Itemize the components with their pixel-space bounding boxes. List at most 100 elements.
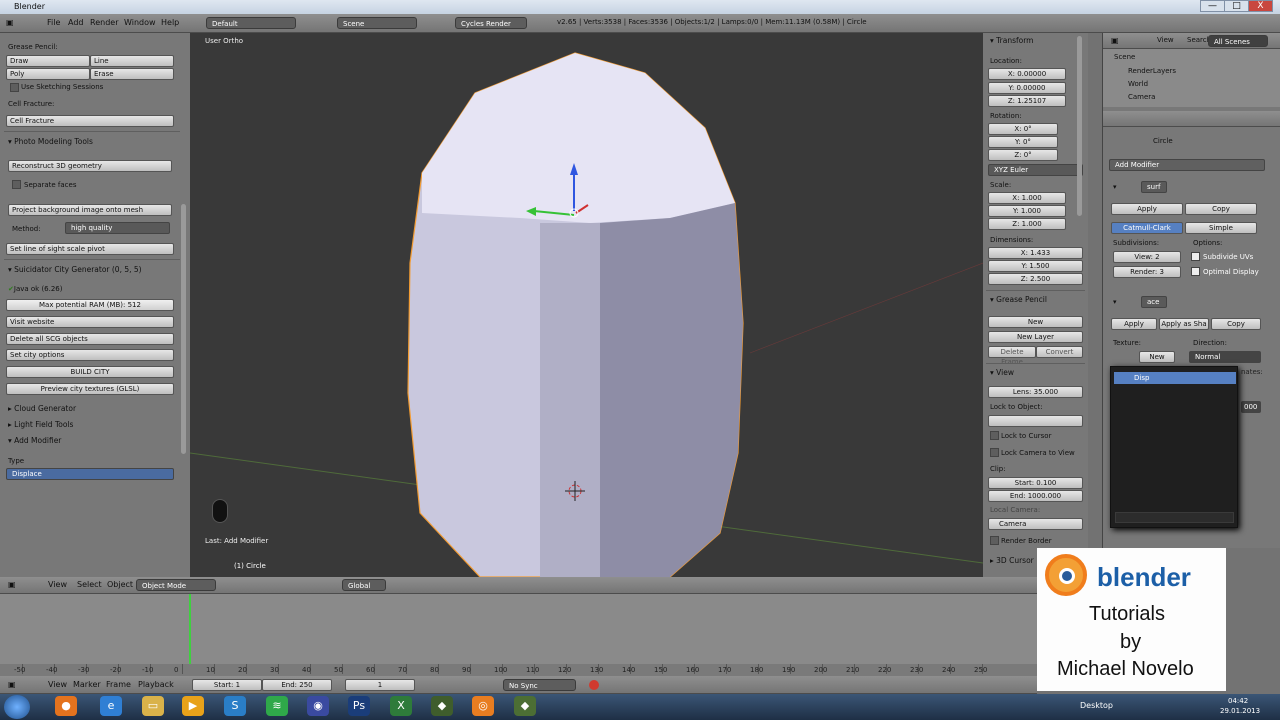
sync-select[interactable]: No Sync: [503, 679, 576, 691]
app-icon[interactable]: ◉: [307, 696, 329, 716]
direction-select[interactable]: Normal: [1189, 351, 1261, 363]
firefox-icon[interactable]: ●: [55, 696, 77, 716]
line-button[interactable]: Line: [90, 55, 174, 67]
outliner-item-renderlayers[interactable]: RenderLayers: [1128, 67, 1176, 75]
3d-viewport[interactable]: User Ortho Last: Add Modifier (1) Circle: [190, 33, 983, 577]
dimension-z-field[interactable]: Z: 2.500: [988, 273, 1083, 285]
modifier1-copy-button[interactable]: Copy: [1185, 203, 1257, 215]
outliner-filter-select[interactable]: All Scenes: [1208, 35, 1268, 47]
subdivide-uvs-checkbox[interactable]: [1191, 252, 1200, 261]
rotation-y-field[interactable]: Y: 0°: [988, 136, 1058, 148]
catmull-clark-toggle[interactable]: Catmull-Clark: [1111, 222, 1183, 234]
timeline-frame-menu[interactable]: Frame: [106, 680, 131, 689]
poly-button[interactable]: Poly: [6, 68, 90, 80]
lens-field[interactable]: Lens: 35.000: [988, 386, 1083, 398]
excel-icon[interactable]: X: [390, 696, 412, 716]
visit-website-button[interactable]: Visit website: [6, 316, 174, 328]
project-image-button[interactable]: Project background image onto mesh: [8, 204, 172, 216]
tool-shelf-scrollbar[interactable]: [181, 204, 186, 454]
orientation-select[interactable]: Global: [342, 579, 386, 591]
preview-textures-button[interactable]: Preview city textures (GLSL): [6, 383, 174, 395]
start-button[interactable]: [4, 695, 30, 719]
set-line-button[interactable]: Set line of sight scale pivot: [6, 243, 174, 255]
transform-header[interactable]: ▾ Transform: [990, 36, 1033, 45]
close-button[interactable]: X: [1248, 0, 1273, 12]
dimension-x-field[interactable]: X: 1.433: [988, 247, 1083, 259]
viewport-select-menu[interactable]: Select: [77, 580, 102, 589]
timeline-view-menu[interactable]: View: [48, 680, 67, 689]
modifier2-copy-button[interactable]: Copy: [1211, 318, 1261, 330]
outliner-item-camera[interactable]: Camera: [1128, 93, 1155, 101]
end-frame-field[interactable]: End: 250: [262, 679, 332, 691]
menu-file[interactable]: File: [47, 18, 60, 27]
draw-button[interactable]: Draw: [6, 55, 90, 67]
max-ram-field[interactable]: Max potential RAM (MB): 512: [6, 299, 174, 311]
camera-field[interactable]: Camera: [988, 518, 1083, 530]
properties-scrollbar[interactable]: [1077, 36, 1082, 216]
lock-cursor-checkbox[interactable]: [990, 431, 999, 440]
separate-faces-checkbox[interactable]: [12, 180, 21, 189]
suicidator-header[interactable]: ▾ Suicidator City Generator (0, 5, 5): [8, 265, 142, 274]
build-city-button[interactable]: BUILD CITY: [6, 366, 174, 378]
show-desktop-label[interactable]: Desktop: [1080, 701, 1113, 710]
outliner-item-scene[interactable]: Scene: [1114, 53, 1135, 61]
timeline-playback-menu[interactable]: Playback: [138, 680, 174, 689]
lock-camera-checkbox[interactable]: [990, 448, 999, 457]
current-frame-marker[interactable]: [189, 594, 191, 664]
viewport-object-menu[interactable]: Object: [107, 580, 133, 589]
cell-fracture-button[interactable]: Cell Fracture: [6, 115, 174, 127]
dropdown-search-field[interactable]: [1115, 512, 1234, 523]
texture-new-button[interactable]: New: [1139, 351, 1175, 363]
view-header[interactable]: ▾ View: [990, 368, 1014, 377]
minimize-button[interactable]: —: [1200, 0, 1225, 12]
clip-start-field[interactable]: Start: 0.100: [988, 477, 1083, 489]
rotation-mode-select[interactable]: XYZ Euler: [988, 164, 1083, 176]
media-player-icon[interactable]: ▶: [182, 696, 204, 716]
method-select[interactable]: high quality: [65, 222, 170, 234]
modifier2-apply-button[interactable]: Apply: [1111, 318, 1157, 330]
mode-select[interactable]: Object Mode: [136, 579, 216, 591]
current-frame-field[interactable]: 1: [345, 679, 415, 691]
delete-frame-button[interactable]: Delete Frame: [988, 346, 1036, 366]
rotation-z-field[interactable]: Z: 0°: [988, 149, 1058, 161]
rotation-x-field[interactable]: X: 0°: [988, 123, 1058, 135]
convert-button[interactable]: Convert: [1036, 346, 1083, 358]
modifier2-name-field[interactable]: ace: [1141, 296, 1167, 308]
another-app-icon[interactable]: ◆: [514, 696, 536, 716]
terminal-icon[interactable]: ◆: [431, 696, 453, 716]
erase-button[interactable]: Erase: [90, 68, 174, 80]
new-layer-button[interactable]: New Layer: [988, 331, 1083, 343]
timeline[interactable]: -50 -40 -30 -20 -10 0 10 20 30 40 50 60 70 80 90 100 110…: [0, 594, 1037, 676]
simple-toggle[interactable]: Simple: [1185, 222, 1257, 234]
city-options-button[interactable]: Set city options: [6, 349, 174, 361]
reconstruct-button[interactable]: Reconstruct 3D geometry: [8, 160, 172, 172]
modifier1-name-field[interactable]: surf: [1141, 181, 1167, 193]
timeline-marker-menu[interactable]: Marker: [73, 680, 101, 689]
menu-add[interactable]: Add: [68, 18, 84, 27]
subdiv-render-field[interactable]: Render: 3: [1113, 266, 1181, 278]
skype-icon[interactable]: S: [224, 696, 246, 716]
menu-render[interactable]: Render: [90, 18, 118, 27]
light-field-header[interactable]: ▸ Light Field Tools: [8, 420, 73, 429]
explorer-icon[interactable]: ▭: [142, 696, 164, 716]
location-z-field[interactable]: Z: 1.25107: [988, 95, 1066, 107]
menu-help[interactable]: Help: [161, 18, 179, 27]
modifier1-apply-button[interactable]: Apply: [1111, 203, 1183, 215]
location-y-field[interactable]: Y: 0.00000: [988, 82, 1066, 94]
start-frame-field[interactable]: Start: 1: [192, 679, 262, 691]
3d-cursor-header[interactable]: ▸ 3D Cursor: [990, 556, 1034, 565]
viewport-editor-icon[interactable]: ▣: [8, 580, 16, 589]
modifier1-collapse-icon[interactable]: ▾: [1113, 183, 1117, 191]
viewport-view-menu[interactable]: View: [48, 580, 67, 589]
apply-as-shape-button[interactable]: Apply as Sha: [1159, 318, 1209, 330]
record-icon[interactable]: [589, 680, 599, 690]
add-modifier-header[interactable]: ▾ Add Modifier: [8, 436, 61, 445]
scale-z-field[interactable]: Z: 1.000: [988, 218, 1066, 230]
render-engine-selector[interactable]: Cycles Render: [455, 17, 527, 29]
cloud-generator-header[interactable]: ▸ Cloud Generator: [8, 404, 76, 413]
sketching-checkbox[interactable]: [10, 83, 19, 92]
grease-pencil-header[interactable]: ▾ Grease Pencil: [990, 295, 1047, 304]
layout-selector[interactable]: Default: [206, 17, 296, 29]
type-select[interactable]: Displace: [6, 468, 174, 480]
photo-tools-header[interactable]: ▾ Photo Modeling Tools: [8, 137, 93, 146]
